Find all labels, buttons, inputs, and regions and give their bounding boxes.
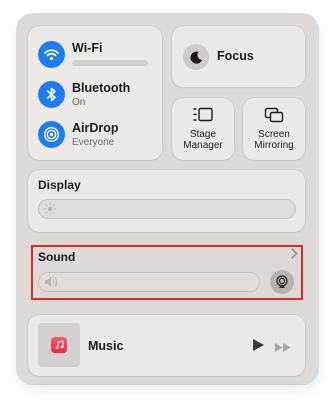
airdrop-status: Everyone bbox=[72, 137, 115, 148]
control-center-panel: Wi-Fi Bluetooth On AirDrop Everyone Focu… bbox=[17, 14, 318, 384]
stage-manager-label: Stage Manager bbox=[172, 129, 234, 151]
bluetooth-icon[interactable] bbox=[38, 81, 65, 108]
display-title: Display bbox=[38, 178, 81, 192]
sound-title: Sound bbox=[38, 250, 76, 264]
bluetooth-title: Bluetooth bbox=[72, 81, 131, 95]
screen-mirroring-icon bbox=[243, 107, 305, 123]
sound-module: Sound bbox=[28, 242, 305, 304]
album-artwork bbox=[38, 323, 80, 367]
focus-label: Focus bbox=[217, 49, 254, 63]
airdrop-toggle[interactable]: AirDrop Everyone bbox=[38, 120, 158, 152]
music-app-icon bbox=[51, 337, 67, 353]
wifi-network-redacted bbox=[72, 60, 148, 66]
stage-manager-button[interactable]: Stage Manager bbox=[172, 98, 234, 160]
screen-mirroring-label-line2: Mirroring bbox=[254, 140, 294, 151]
brightness-icon bbox=[43, 202, 57, 221]
focus-button[interactable]: Focus bbox=[172, 26, 305, 87]
music-title: Music bbox=[88, 339, 124, 353]
wifi-toggle[interactable]: Wi-Fi bbox=[38, 40, 158, 72]
display-module: Display bbox=[28, 170, 305, 232]
bluetooth-toggle[interactable]: Bluetooth On bbox=[38, 80, 158, 112]
now-playing-module[interactable]: Music bbox=[28, 315, 305, 376]
airplay-icon[interactable] bbox=[270, 270, 294, 294]
screen-mirroring-label-line1: Screen bbox=[258, 129, 290, 140]
wifi-title: Wi-Fi bbox=[72, 41, 103, 55]
screen-mirroring-label: Screen Mirroring bbox=[243, 129, 305, 151]
bluetooth-status: On bbox=[72, 97, 86, 108]
airdrop-icon[interactable] bbox=[38, 121, 65, 148]
connectivity-module: Wi-Fi Bluetooth On AirDrop Everyone bbox=[28, 26, 162, 160]
screen-mirroring-button[interactable]: Screen Mirroring bbox=[243, 98, 305, 160]
play-icon[interactable] bbox=[252, 338, 265, 357]
moon-icon bbox=[183, 44, 209, 70]
stage-manager-icon bbox=[172, 107, 234, 123]
airdrop-title: AirDrop bbox=[72, 121, 119, 135]
wifi-icon[interactable] bbox=[38, 41, 65, 68]
brightness-slider[interactable] bbox=[38, 199, 296, 219]
stage-manager-label-line2: Manager bbox=[183, 140, 223, 151]
chevron-right-icon[interactable] bbox=[291, 247, 298, 262]
stage-manager-label-line1: Stage bbox=[189, 129, 217, 140]
speaker-icon bbox=[43, 275, 59, 294]
volume-slider[interactable] bbox=[38, 272, 260, 292]
fast-forward-icon[interactable] bbox=[274, 340, 292, 358]
